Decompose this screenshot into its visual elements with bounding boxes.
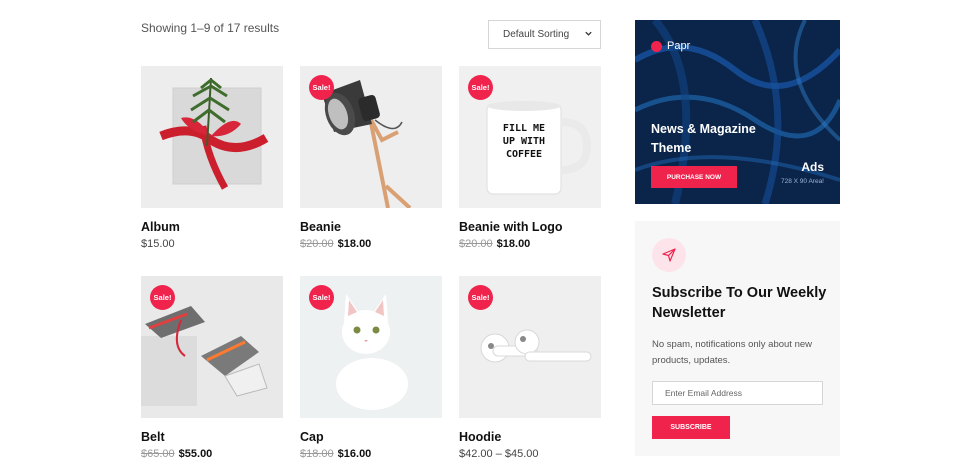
sorting-value: Default Sorting	[503, 29, 570, 40]
sale-badge: Sale!	[468, 285, 493, 310]
email-field[interactable]: Enter Email Address	[652, 381, 823, 405]
product-price: $15.00	[141, 238, 175, 250]
mug-text: FILL ME UP WITH COFFEE	[502, 123, 546, 160]
product-card[interactable]: Sale! Cap $18.00 $16.00	[300, 276, 442, 460]
product-name[interactable]: Beanie	[300, 220, 341, 234]
product-name[interactable]: Hoodie	[459, 430, 501, 444]
ad-headline: News & Magazine Theme	[651, 122, 756, 155]
product-price: $20.00 $18.00	[300, 238, 371, 250]
newsletter-description: No spam, notifications only about new pr…	[652, 339, 813, 366]
result-count: Showing 1–9 of 17 results	[141, 21, 280, 35]
product-name[interactable]: Album	[141, 220, 180, 234]
chevron-down-icon	[584, 29, 593, 40]
newsletter-title: Subscribe To Our Weekly Newsletter	[652, 285, 827, 321]
product-price: $42.00 – $45.00	[459, 448, 539, 460]
current-price: $42.00 – $45.00	[459, 448, 539, 460]
product-image[interactable]	[141, 66, 283, 208]
product-card[interactable]: Album $15.00	[141, 66, 283, 250]
product-image[interactable]: Sale!	[300, 66, 442, 208]
old-price: $65.00	[141, 448, 175, 460]
product-image[interactable]: Sale!	[141, 276, 283, 418]
product-card[interactable]: Sale! Beanie $20.00 $18.00	[300, 66, 442, 250]
product-card[interactable]: Sale! Belt $65.00 $55.00	[141, 276, 283, 460]
product-price: $18.00 $16.00	[300, 448, 371, 460]
current-price: $15.00	[141, 238, 175, 250]
product-price: $65.00 $55.00	[141, 448, 212, 460]
old-price: $20.00	[300, 238, 334, 250]
ad-banner[interactable]: Papr News & Magazine Theme Ads 728 X 90 …	[635, 20, 840, 204]
ad-size: 728 X 90 Area!	[780, 178, 824, 185]
sorting-select[interactable]: Default Sorting	[488, 20, 601, 49]
ad-logo-text: Papr	[667, 40, 691, 52]
product-image[interactable]: FILL ME UP WITH COFFEE Sale!	[459, 66, 601, 208]
current-price: $55.00	[178, 448, 213, 460]
current-price: $16.00	[337, 448, 372, 460]
old-price: $18.00	[300, 448, 334, 460]
sale-badge: Sale!	[309, 285, 334, 310]
product-name[interactable]: Cap	[300, 430, 324, 444]
product-card[interactable]: Sale! Hoodie $42.00 – $45.00	[459, 276, 601, 460]
newsletter-widget: Subscribe To Our Weekly Newsletter No sp…	[635, 221, 840, 456]
purchase-now-button[interactable]: PURCHASE NOW	[651, 166, 737, 188]
current-price: $18.00	[337, 238, 372, 250]
subscribe-button[interactable]: SUBSCRIBE	[652, 416, 730, 439]
product-name[interactable]: Belt	[141, 430, 165, 444]
product-card[interactable]: FILL ME UP WITH COFFEE Sale! Beanie with…	[459, 66, 601, 250]
product-image[interactable]: Sale!	[459, 276, 601, 418]
current-price: $18.00	[496, 238, 531, 250]
sale-badge: Sale!	[309, 75, 334, 100]
sale-badge: Sale!	[468, 75, 493, 100]
sale-badge: Sale!	[150, 285, 175, 310]
product-image[interactable]: Sale!	[300, 276, 442, 418]
ad-label: Ads	[801, 160, 824, 174]
old-price: $20.00	[459, 238, 493, 250]
product-price: $20.00 $18.00	[459, 238, 530, 250]
papr-logo-icon	[651, 40, 662, 52]
product-name[interactable]: Beanie with Logo	[459, 220, 562, 234]
paper-plane-icon	[652, 238, 686, 272]
ad-logo: Papr	[651, 40, 690, 52]
